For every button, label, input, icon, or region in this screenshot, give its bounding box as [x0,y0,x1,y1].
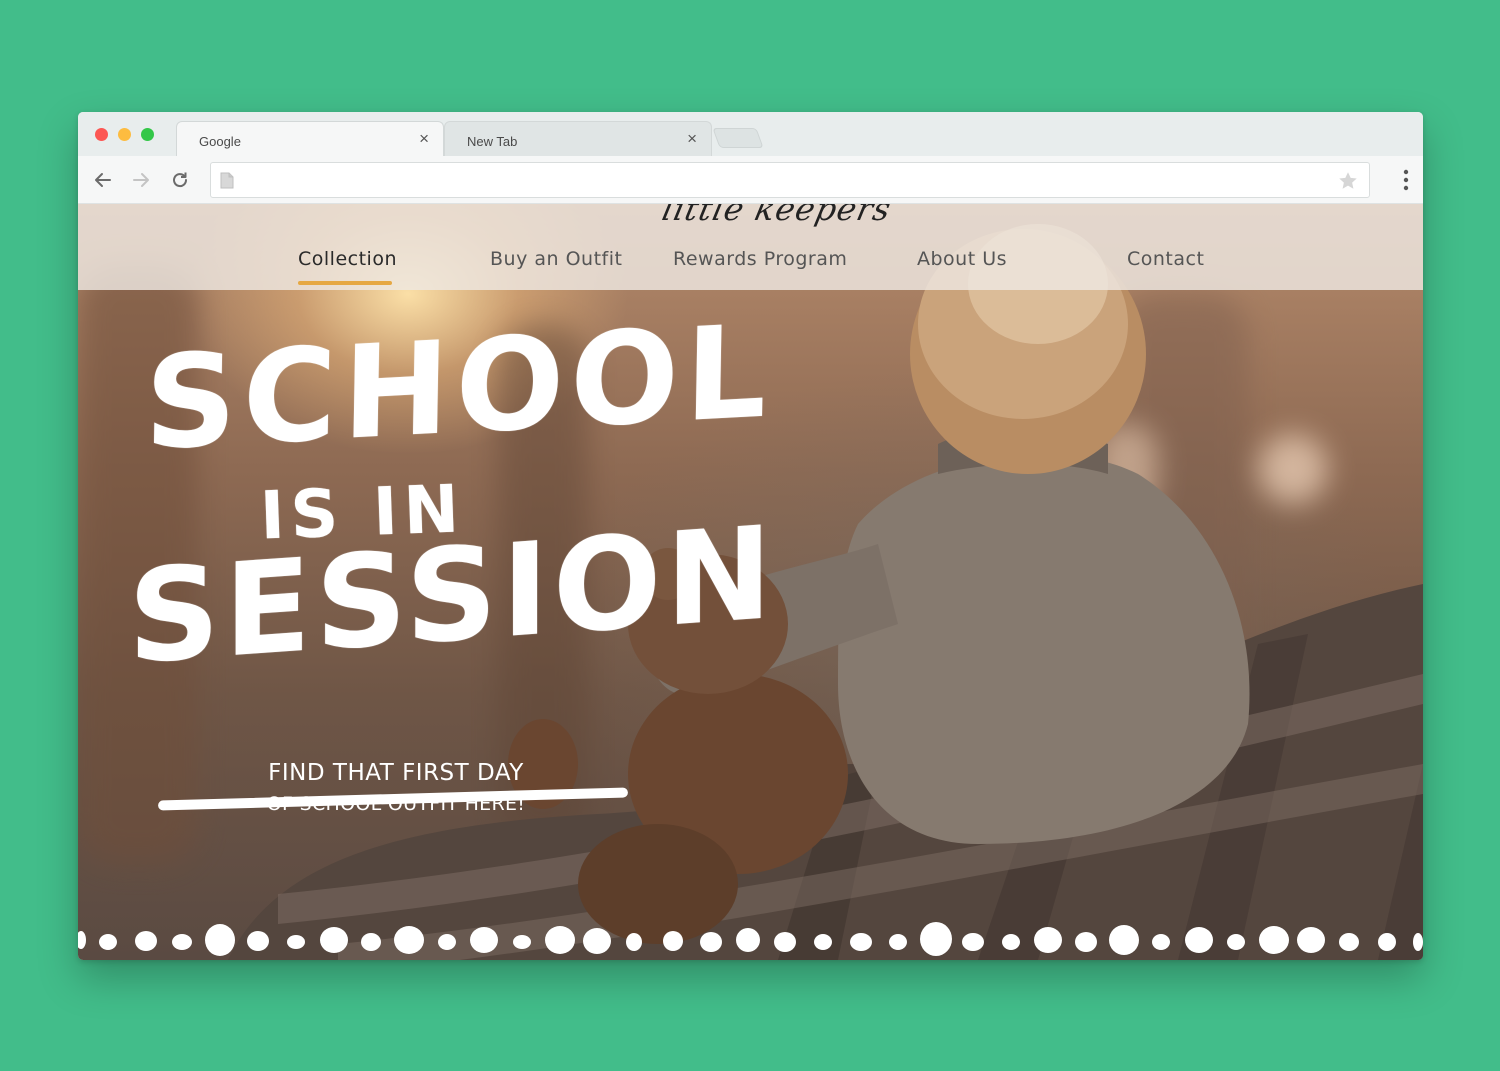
tab-strip: New Tab × Google × [78,112,1423,156]
hero-subtitle-line-2[interactable]: OF SCHOOL OUTFIT HERE! [246,793,546,815]
hero-subtitle-line-1[interactable]: FIND THAT FIRST DAY [246,760,546,786]
nav-item-contact[interactable]: Contact [1127,248,1204,270]
nav-item-about-us[interactable]: About Us [917,248,1007,270]
close-icon[interactable]: × [687,129,697,149]
arrow-left-icon [95,173,111,187]
painted-dot-border [78,922,1423,956]
kebab-menu-icon[interactable] [1403,169,1409,191]
browser-toolbar [78,156,1423,204]
new-tab-button[interactable] [712,128,764,148]
zoom-window-button[interactable] [141,128,154,141]
tab-title: Google [199,134,241,149]
back-button[interactable] [89,166,117,194]
site-logo[interactable]: little keepers [659,204,895,228]
reload-button[interactable] [166,166,194,194]
nav-item-collection[interactable]: Collection [298,248,397,270]
active-nav-indicator [298,281,392,285]
page-icon [220,172,234,189]
close-window-button[interactable] [95,128,108,141]
tab-title: New Tab [467,134,518,149]
web-page: little keepers Collection Buy an Outfit … [78,204,1423,960]
address-bar[interactable] [210,162,1370,198]
url-input[interactable] [241,163,1331,197]
nav-item-rewards-program[interactable]: Rewards Program [673,248,847,270]
reload-icon [173,172,188,188]
arrow-right-icon [133,173,149,187]
forward-button[interactable] [127,166,155,194]
tab-new-tab[interactable]: New Tab × [444,121,712,156]
close-icon[interactable]: × [419,129,429,149]
site-navigation: little keepers Collection Buy an Outfit … [78,204,1423,290]
browser-window: New Tab × Google × little keepers Collec… [78,112,1423,960]
minimize-window-button[interactable] [118,128,131,141]
star-icon[interactable] [1337,170,1359,192]
nav-item-buy-an-outfit[interactable]: Buy an Outfit [490,248,622,270]
tab-google[interactable]: Google × [176,121,444,156]
